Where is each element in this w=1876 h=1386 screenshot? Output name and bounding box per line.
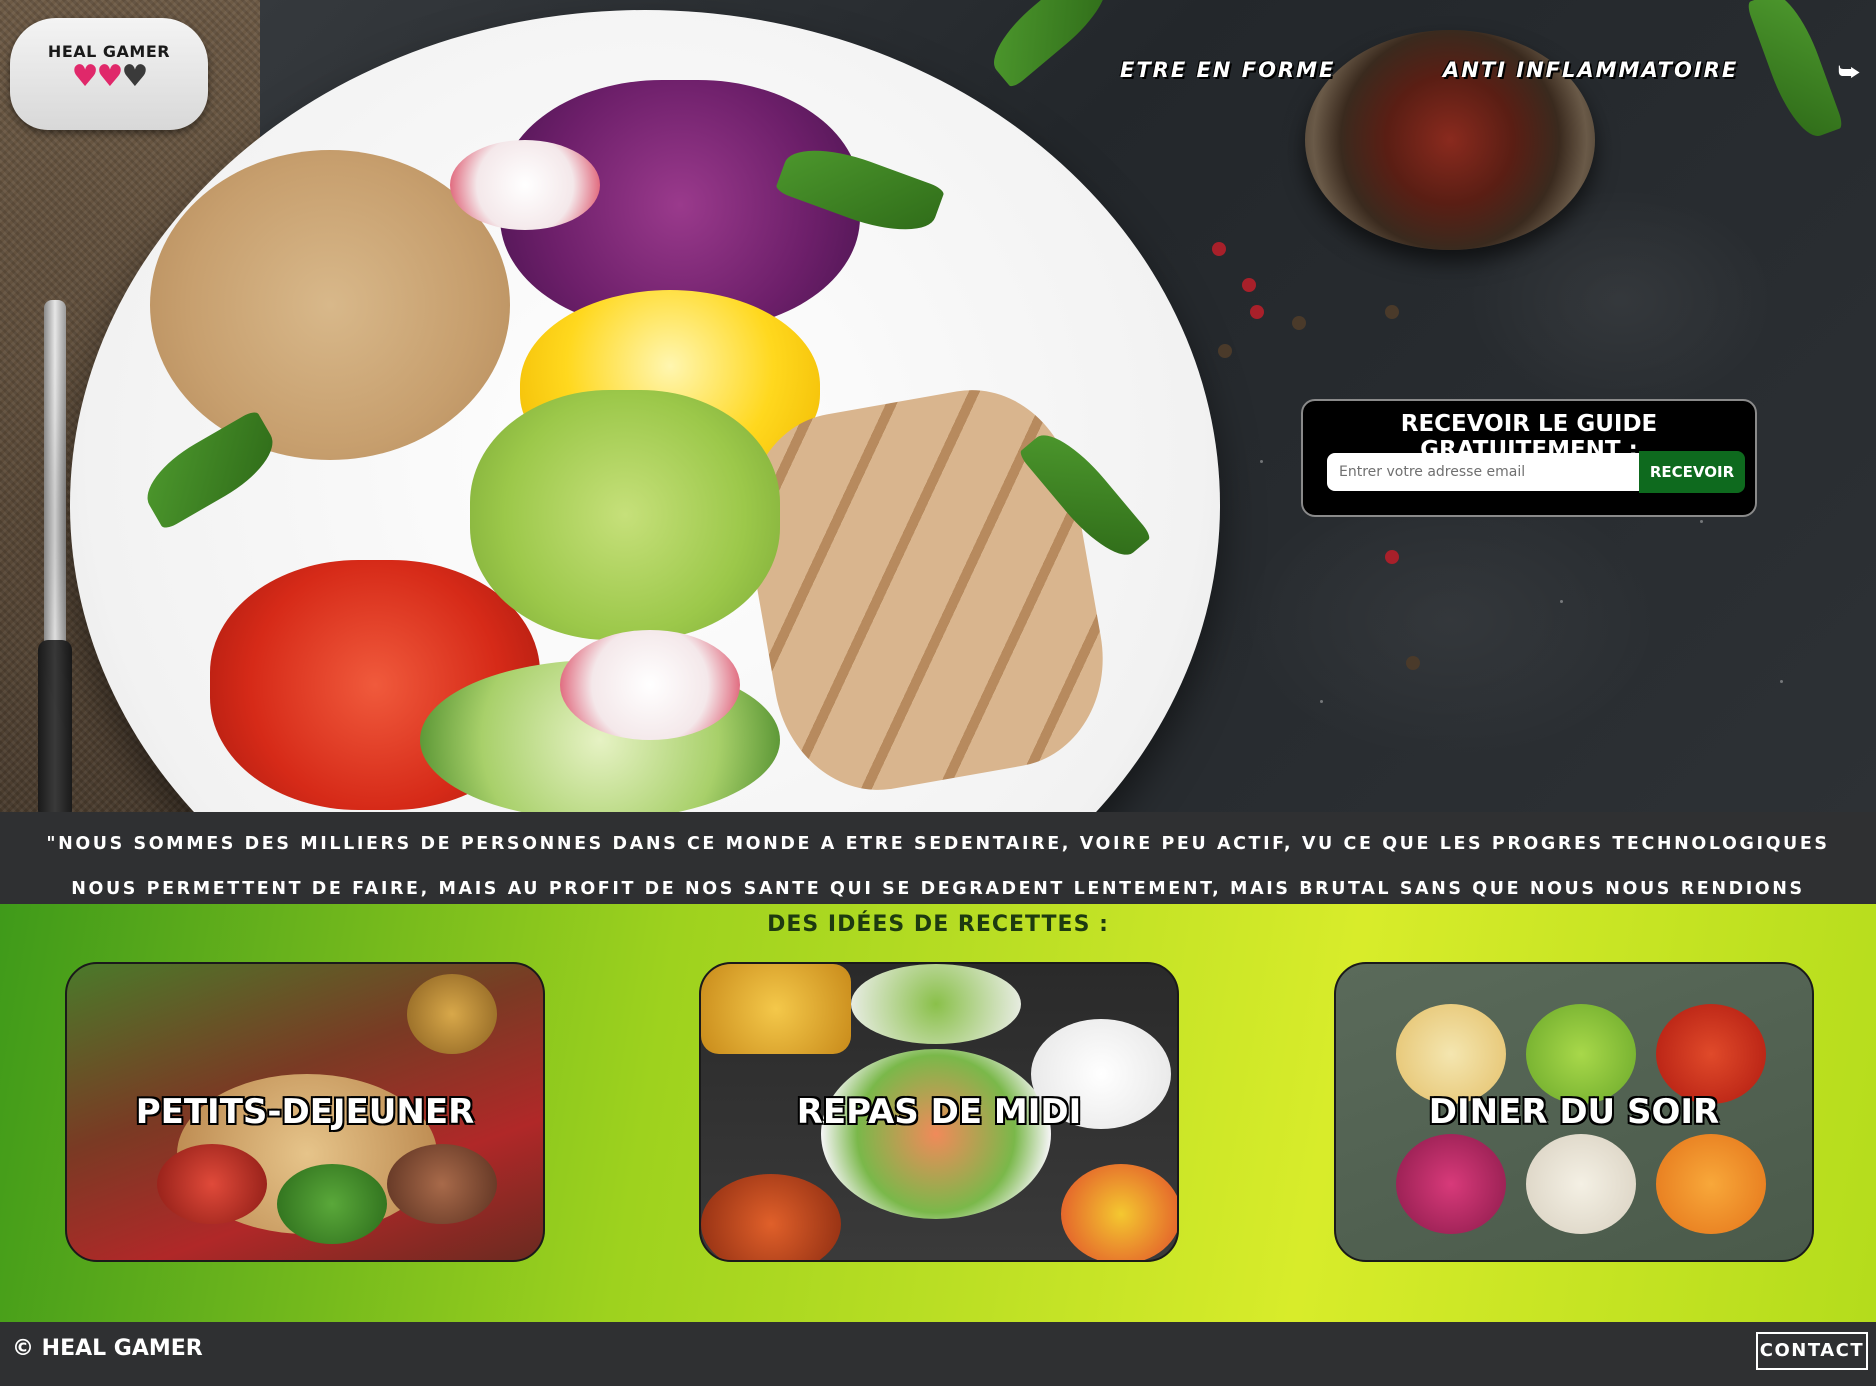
- newsletter-box: RECEVOIR LE GUIDE GRATUITEMENT : RECEVOI…: [1301, 399, 1757, 517]
- peppercorn: [1406, 656, 1420, 670]
- recipe-card-label: PETITS-DEJEUNER: [135, 1092, 475, 1132]
- heart-icon: ♥: [96, 59, 124, 94]
- hero-banner: HEAL GAMER ♥♥♥ ETRE EN FORME ANTI INFLAM…: [0, 0, 1876, 812]
- recipes-title: DES IDÉES DE RECETTES :: [767, 912, 1109, 937]
- recipe-card-dinner[interactable]: DINER DU SOIR: [1334, 962, 1814, 1262]
- soup-bowl-image: [1656, 1004, 1766, 1104]
- footer: © HEAL GAMER CONTACT: [0, 1322, 1876, 1386]
- guacamole-image: [470, 390, 780, 640]
- soup-bowl-image: [1396, 1134, 1506, 1234]
- soup-bowl-image: [1526, 1134, 1636, 1234]
- arugula-leaf: [980, 0, 1120, 90]
- fork-image: [44, 300, 66, 650]
- quote-band: "NOUS SOMMES DES MILLIERS DE PERSONNES D…: [0, 812, 1876, 944]
- contact-button[interactable]: CONTACT: [1756, 1332, 1868, 1370]
- radish-slice-image: [560, 630, 740, 740]
- peppercorn: [1292, 316, 1306, 330]
- nuts-bowl-image: [387, 1144, 497, 1224]
- sign-in-icon[interactable]: ⮩: [1838, 58, 1860, 86]
- curry-image: [701, 1174, 841, 1260]
- salmon-plate-image: [821, 1049, 1051, 1219]
- fork-handle-image: [38, 640, 72, 812]
- recipe-card-lunch[interactable]: REPAS DE MIDI: [699, 962, 1179, 1262]
- salt-speck: [1780, 680, 1783, 683]
- peppercorn: [1242, 278, 1256, 292]
- email-input[interactable]: [1327, 453, 1639, 491]
- salt-speck: [1700, 520, 1703, 523]
- salt-speck: [1560, 600, 1563, 603]
- hearts-icon: ♥♥♥: [10, 62, 208, 92]
- teapot-image: [407, 974, 497, 1054]
- fries-image: [701, 964, 851, 1054]
- nav-link-anti-inflammatoire[interactable]: ANTI INFLAMMATOIRE: [1443, 58, 1738, 82]
- peppercorn: [1385, 550, 1399, 564]
- soup-bowl-image: [1656, 1134, 1766, 1234]
- peppercorn: [1218, 344, 1232, 358]
- soup-bowl-image: [1396, 1004, 1506, 1104]
- peppercorn: [1212, 242, 1226, 256]
- recipe-card-label: DINER DU SOIR: [1428, 1092, 1720, 1132]
- recipes-section: DES IDÉES DE RECETTES : PETITS-DEJEUNER …: [0, 904, 1876, 1322]
- radish-image: [450, 140, 600, 230]
- fruit-plate-image: [1061, 1164, 1177, 1260]
- peppercorn: [1385, 305, 1399, 319]
- salt-speck: [1260, 460, 1263, 463]
- peppercorn: [1250, 305, 1264, 319]
- nav-link-etre-en-forme[interactable]: ETRE EN FORME: [1120, 58, 1335, 82]
- salt-speck: [1320, 700, 1323, 703]
- heal-gamer-logo[interactable]: HEAL GAMER ♥♥♥: [10, 18, 208, 130]
- soup-bowl-image: [1526, 1004, 1636, 1104]
- recipe-card-label: REPAS DE MIDI: [796, 1092, 1082, 1132]
- arugula-leaf: [1745, 0, 1845, 145]
- recevoir-button[interactable]: RECEVOIR: [1639, 451, 1745, 493]
- recipe-card-breakfast[interactable]: PETITS-DEJEUNER: [65, 962, 545, 1262]
- copyright-text: © HEAL GAMER: [12, 1336, 203, 1361]
- heart-icon: ♥: [121, 59, 148, 94]
- salad-plate-image: [851, 964, 1021, 1044]
- heart-icon: ♥: [71, 59, 99, 94]
- beans-bowl-image: [277, 1164, 387, 1244]
- tomato-bowl-image: [157, 1144, 267, 1224]
